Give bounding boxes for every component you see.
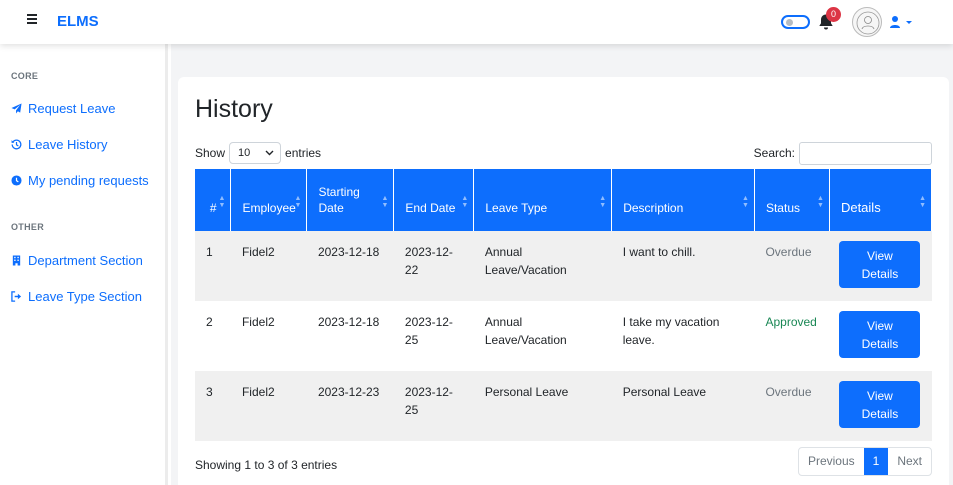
entries-label: entries: [285, 146, 322, 160]
cell-details: View Details: [829, 371, 932, 441]
history-table: # ▲ ▼ Employee ▲ ▼ Starting Date ▲ ▼ End Date ▲…: [195, 169, 933, 441]
sort-icon: ▲ ▼: [599, 195, 607, 209]
cell-details: View Details: [829, 231, 932, 301]
cell-status: Approved: [754, 301, 830, 371]
building-icon: [12, 255, 21, 266]
page-1-button[interactable]: 1: [863, 448, 889, 475]
search-label: Search:: [753, 146, 795, 160]
avatar[interactable]: [852, 7, 882, 37]
cell-details: View Details: [829, 301, 932, 371]
sidebar-item-label: My pending requests: [28, 173, 149, 188]
table-header-row: # ▲ ▼ Employee ▲ ▼ Starting Date ▲ ▼ End Date ▲…: [195, 169, 933, 231]
cell-start-date: 2023-12-18: [306, 301, 394, 371]
sidebar-item-label: Request Leave: [28, 101, 116, 116]
sidebar-item-request-leave[interactable]: Request Leave: [11, 101, 115, 116]
main-content: History Show 10 entries Search: # ▲ ▼ Empl…: [171, 44, 953, 485]
history-icon: [11, 139, 22, 150]
cell-start-date: 2023-12-23: [306, 371, 394, 441]
sidebar-item-department-section[interactable]: Department Section: [11, 253, 143, 268]
cell-number: 2: [195, 301, 231, 371]
sidebar-item-leave-history[interactable]: Leave History: [11, 137, 107, 152]
sort-icon: ▲ ▼: [294, 195, 302, 209]
sidebar: CORE Request Leave Leave History My pend…: [0, 44, 168, 485]
clock-icon: [11, 175, 22, 186]
cell-employee: Fidel2: [230, 301, 307, 371]
chevron-down-icon: [265, 150, 274, 156]
paper-plane-icon: [11, 103, 22, 114]
table-info: Showing 1 to 3 of 3 entries: [195, 458, 338, 472]
sidebar-item-label: Leave Type Section: [28, 289, 142, 304]
cell-leave-type: Personal Leave: [473, 371, 612, 441]
cell-employee: Fidel2: [230, 231, 307, 301]
cell-description: I take my vacation leave.: [611, 301, 755, 371]
column-header-employee[interactable]: Employee ▲ ▼: [230, 169, 308, 231]
column-header-number[interactable]: # ▲ ▼: [195, 169, 232, 231]
entries-select[interactable]: 10: [229, 142, 282, 164]
cell-end-date: 2023-12-25: [393, 301, 474, 371]
theme-toggle[interactable]: [781, 15, 810, 29]
sidebar-item-label: Leave History: [28, 137, 108, 152]
cell-start-date: 2023-12-18: [306, 231, 394, 301]
table-row: 3 Fidel2 2023-12-23 2023-12-25 Personal …: [195, 371, 932, 441]
cell-status: Overdue: [754, 371, 830, 441]
sort-icon: ▲ ▼: [742, 195, 749, 209]
sidebar-heading-other: OTHER: [11, 222, 44, 232]
cell-leave-type: Annual Leave/Vacation: [473, 231, 612, 301]
sidebar-item-label: Department Section: [28, 253, 143, 268]
cell-status: Overdue: [754, 231, 830, 301]
cell-number: 3: [195, 371, 231, 441]
page-title: History: [195, 95, 273, 123]
column-header-end-date[interactable]: End Date ▲ ▼: [393, 169, 475, 231]
view-details-button[interactable]: View Details: [839, 241, 921, 288]
view-details-button[interactable]: View Details: [839, 311, 921, 358]
column-header-leave-type[interactable]: Leave Type ▲ ▼: [473, 169, 613, 231]
cell-end-date: 2023-12-25: [393, 371, 474, 441]
top-navbar: ELMS 0: [0, 0, 953, 44]
table-row: 1 Fidel2 2023-12-18 2023-12-22 Annual Le…: [195, 231, 932, 301]
table-row: 2 Fidel2 2023-12-18 2023-12-25 Annual Le…: [195, 301, 932, 371]
previous-page-button[interactable]: Previous: [799, 448, 864, 475]
history-card: History Show 10 entries Search: # ▲ ▼ Empl…: [178, 77, 949, 485]
sidebar-heading-core: CORE: [11, 71, 39, 81]
search-input[interactable]: [799, 141, 932, 165]
column-header-description[interactable]: Description ▲ ▼: [611, 169, 755, 231]
sort-icon: ▲ ▼: [461, 195, 469, 209]
entries-value: 10: [238, 147, 251, 159]
cell-employee: Fidel2: [230, 371, 307, 441]
menu-icon[interactable]: [27, 14, 39, 28]
sort-icon: ▲ ▼: [817, 195, 824, 209]
sign-out-icon: [11, 291, 22, 302]
notification-badge: 0: [826, 7, 841, 22]
sort-icon: ▲ ▼: [218, 195, 226, 209]
brand-logo[interactable]: ELMS: [57, 13, 99, 30]
view-details-button[interactable]: View Details: [839, 381, 921, 428]
cell-end-date: 2023-12-22: [393, 231, 474, 301]
next-page-button[interactable]: Next: [888, 448, 931, 475]
sort-icon: ▲ ▼: [381, 195, 389, 209]
cell-number: 1: [195, 231, 231, 301]
user-dropdown-icon[interactable]: [889, 15, 915, 29]
show-label: Show: [195, 146, 226, 160]
cell-description: Personal Leave: [611, 371, 755, 441]
entries-length-control: Show 10 entries: [195, 142, 321, 164]
cell-description: I want to chill.: [611, 231, 755, 301]
sidebar-item-leave-type-section[interactable]: Leave Type Section: [11, 289, 142, 304]
cell-leave-type: Annual Leave/Vacation: [473, 301, 612, 371]
search-control: Search:: [753, 141, 932, 165]
pagination: Previous 1 Next: [797, 447, 932, 476]
column-header-status[interactable]: Status ▲ ▼: [754, 169, 830, 231]
sort-icon: ▲ ▼: [919, 195, 926, 209]
column-header-details[interactable]: Details ▲ ▼: [829, 169, 933, 231]
column-header-starting-date[interactable]: Starting Date ▲ ▼: [306, 169, 395, 231]
sidebar-item-pending-requests[interactable]: My pending requests: [11, 173, 149, 188]
